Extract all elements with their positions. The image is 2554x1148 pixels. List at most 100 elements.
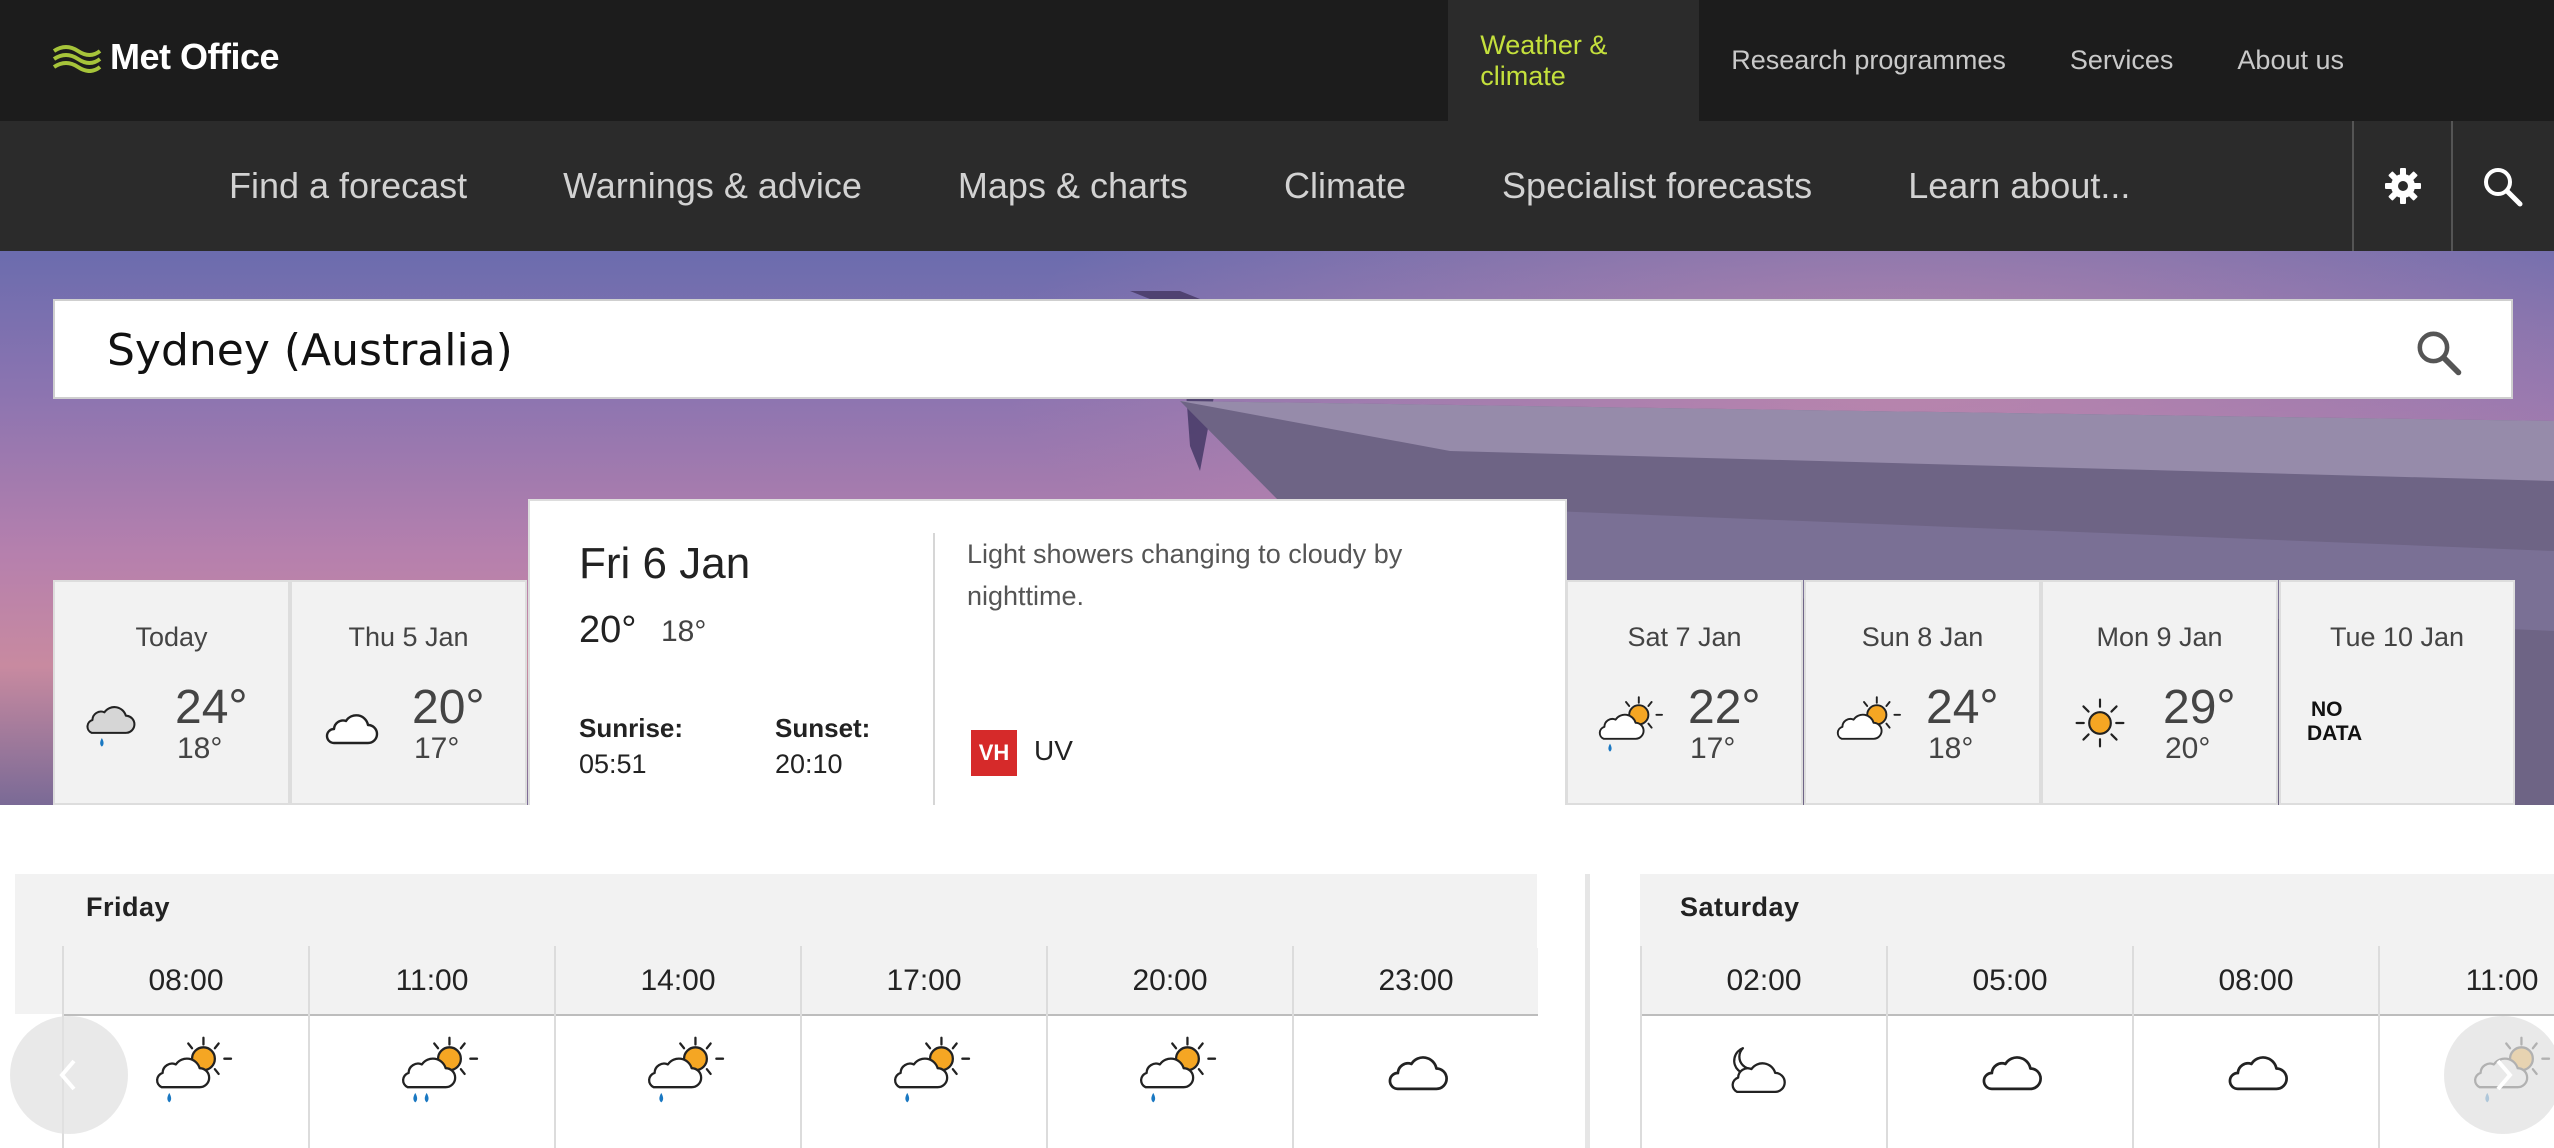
day-card-thu-5-jan[interactable]: Thu 5 Jan 20° 17° <box>290 580 527 805</box>
selected-high-temp: 20° <box>579 609 637 651</box>
selected-low-temp: 18° <box>661 615 707 648</box>
uv-index-badge: VH <box>971 730 1017 776</box>
hour-slot[interactable]: 05:00 <box>1886 946 2132 1148</box>
cloud-icon <box>1976 1050 2044 1096</box>
nav-warnings-advice[interactable]: Warnings & advice <box>563 165 862 207</box>
selected-day-panel: Fri 6 Jan 20° 18° Sunrise: 05:51 Sunset:… <box>528 499 1567 805</box>
day-card-tue-10-jan[interactable]: Tue 10 Jan NO DATA <box>2279 580 2515 805</box>
location-search-box <box>53 299 2513 399</box>
chevron-left-icon <box>59 1059 76 1091</box>
search-icon <box>2484 168 2523 207</box>
nav-maps-charts[interactable]: Maps & charts <box>958 165 1188 207</box>
day-name: Mon 9 Jan <box>2096 622 2223 652</box>
sunrise-label: Sunrise: <box>579 713 684 743</box>
gear-icon <box>2385 168 2421 204</box>
hourly-prev-button[interactable] <box>10 1016 128 1134</box>
hour-slot[interactable]: 08:00 <box>2132 946 2378 1148</box>
search-icon <box>2417 331 2462 376</box>
hour-time: 05:00 <box>1888 948 2132 1016</box>
hourly-day-label: Friday <box>86 892 171 922</box>
no-data-label: NO DATA <box>2307 698 2362 746</box>
sun-cloud-rain-icon <box>150 1034 236 1110</box>
sun-cloud-heavy-rain-icon <box>396 1034 482 1110</box>
location-search-input[interactable] <box>105 301 2309 399</box>
nav-climate[interactable]: Climate <box>1284 165 1406 207</box>
moon-cloud-icon <box>1722 1042 1798 1100</box>
day-high-temp: 24° <box>1926 681 1999 734</box>
day-name: Sun 8 Jan <box>1861 622 1984 652</box>
day-card-mon-9-jan[interactable]: Mon 9 Jan 29° 20° <box>2041 580 2278 805</box>
uv-label: UV <box>1034 735 1073 766</box>
sunrise-time: 05:51 <box>579 749 647 779</box>
top-nav: Weather & climate Research programmes Se… <box>1448 0 2554 121</box>
day-separator <box>1585 874 1590 1148</box>
hour-slot[interactable]: 23:00 <box>1292 946 1538 1148</box>
hourly-next-button[interactable] <box>2444 1016 2554 1134</box>
sun-cloud-rain-icon <box>888 1034 974 1110</box>
cloud-icon <box>1382 1050 1450 1096</box>
sun-cloud-rain-icon <box>642 1034 728 1110</box>
cloud-icon <box>320 708 380 750</box>
hour-time: 08:00 <box>2134 948 2378 1016</box>
hour-time: 02:00 <box>1642 948 1886 1016</box>
day-high-temp: 24° <box>175 681 248 734</box>
nav-specialist-forecasts[interactable]: Specialist forecasts <box>1502 165 1812 207</box>
hour-slot[interactable]: 14:00 <box>554 946 800 1148</box>
top-bar: Met Office Weather & climate Research pr… <box>0 0 2554 121</box>
hour-time: 23:00 <box>1294 948 1538 1016</box>
chevron-right-icon <box>2496 1059 2513 1091</box>
sun-cloud-rain-icon <box>1134 1034 1220 1110</box>
met-office-waves-icon <box>52 45 102 73</box>
day-name: Sat 7 Jan <box>1627 622 1742 652</box>
topnav-about-us[interactable]: About us <box>2205 0 2376 121</box>
hourly-forecast: Friday Saturday 08:00 11:00 14:00 17:00 … <box>0 874 2554 1148</box>
hour-slot[interactable]: 20:00 <box>1046 946 1292 1148</box>
brand-name: Met Office <box>110 36 280 77</box>
topnav-weather-climate[interactable]: Weather & climate <box>1448 0 1700 121</box>
day-name: Tue 10 Jan <box>2329 622 2465 652</box>
day-card-sun-8-jan[interactable]: Sun 8 Jan 24° 18° <box>1804 580 2041 805</box>
day-name: Thu 5 Jan <box>348 622 469 652</box>
hour-time: 11:00 <box>310 948 554 1016</box>
hour-slot[interactable]: 17:00 <box>800 946 1046 1148</box>
met-office-logo[interactable]: Met Office <box>52 34 280 80</box>
day-low-temp: 20° <box>2165 732 2211 765</box>
topnav-spacer <box>2376 0 2554 121</box>
site-search-button[interactable] <box>2451 121 2551 251</box>
day-low-temp: 18° <box>177 732 223 765</box>
nav-learn-about[interactable]: Learn about... <box>1908 165 2130 207</box>
day-card-today[interactable]: Today 24° 18° <box>53 580 290 805</box>
sun-icon <box>2073 696 2127 750</box>
hour-time: 17:00 <box>802 948 1046 1016</box>
day-low-temp: 17° <box>1690 732 1736 765</box>
nav-find-a-forecast[interactable]: Find a forecast <box>229 165 467 207</box>
panel-divider <box>933 533 935 805</box>
day-high-temp: 22° <box>1688 681 1761 734</box>
cloud-icon <box>2222 1050 2290 1096</box>
day-card-sat-7-jan[interactable]: Sat 7 Jan 22° 17° <box>1566 580 1803 805</box>
hour-slot[interactable]: 02:00 <box>1640 946 1886 1148</box>
location-search-button[interactable] <box>2413 327 2463 382</box>
hour-time: 08:00 <box>64 948 308 1016</box>
sun-cloud-icon <box>1832 694 1904 750</box>
hour-slot[interactable]: 11:00 <box>308 946 554 1148</box>
topnav-research-programmes[interactable]: Research programmes <box>1699 0 2038 121</box>
hour-time: 11:00 <box>2380 948 2554 1016</box>
no-data-line2: DATA <box>2307 722 2363 745</box>
day-low-temp: 18° <box>1928 732 1974 765</box>
rain-cloud-icon <box>83 700 143 752</box>
settings-button[interactable] <box>2352 121 2452 251</box>
day-name: Today <box>135 622 208 652</box>
no-data-line1: NO <box>2311 698 2343 721</box>
selected-date: Fri 6 Jan <box>579 539 751 588</box>
hour-time: 14:00 <box>556 948 800 1016</box>
sun-cloud-rain-icon <box>1594 694 1666 758</box>
day-low-temp: 17° <box>414 732 460 765</box>
forecast-description: Light showers changing to cloudy by nigh… <box>967 539 1403 611</box>
day-high-temp: 29° <box>2163 681 2236 734</box>
main-nav: Find a forecast Warnings & advice Maps &… <box>0 121 2554 251</box>
hourly-day-label: Saturday <box>1680 892 1800 922</box>
topnav-services[interactable]: Services <box>2038 0 2206 121</box>
hour-time: 20:00 <box>1048 948 1292 1016</box>
sunset-label: Sunset: <box>775 713 871 743</box>
